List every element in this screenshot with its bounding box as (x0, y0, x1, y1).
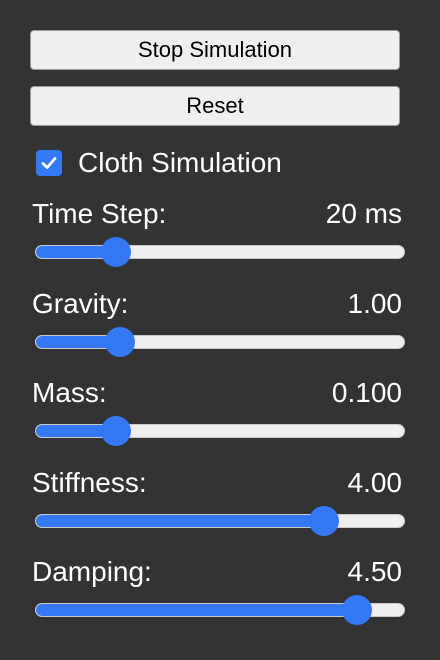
mass-value: 0.100 (331, 377, 402, 408)
time-step-slider[interactable] (35, 237, 405, 267)
param-mass: Mass: 0.100 (30, 377, 405, 457)
stiffness-slider-track[interactable] (35, 514, 405, 528)
time-step-slider-thumb[interactable] (101, 237, 132, 267)
time-step-slider-track[interactable] (35, 245, 405, 259)
gravity-slider[interactable] (35, 327, 405, 357)
gravity-value: 1.00 (347, 288, 403, 319)
gravity-slider-track[interactable] (35, 335, 405, 349)
mass-slider-track[interactable] (35, 424, 405, 438)
cloth-simulation-checkbox[interactable] (36, 150, 62, 176)
stop-simulation-button[interactable]: Stop Simulation (30, 30, 400, 70)
cloth-simulation-toggle[interactable]: Cloth Simulation (36, 143, 282, 183)
damping-label: Damping: (32, 556, 152, 587)
param-gravity: Gravity: 1.00 (30, 288, 405, 368)
time-step-value: 20 ms (325, 198, 402, 229)
checkmark-icon (41, 157, 57, 169)
gravity-label: Gravity: (32, 288, 129, 319)
damping-slider-thumb[interactable] (341, 595, 372, 625)
reset-button[interactable]: Reset (30, 86, 400, 126)
stiffness-slider[interactable] (35, 506, 405, 536)
mass-slider[interactable] (35, 416, 405, 446)
param-time-step: Time Step: 20 ms (30, 198, 405, 278)
stiffness-value: 4.00 (347, 467, 403, 498)
mass-label: Mass: (32, 377, 107, 408)
stiffness-label: Stiffness: (32, 467, 147, 498)
param-stiffness: Stiffness: 4.00 (30, 467, 405, 547)
time-step-label: Time Step: (32, 198, 167, 229)
cloth-simulation-label: Cloth Simulation (78, 147, 282, 178)
damping-slider[interactable] (35, 595, 405, 625)
param-damping: Damping: 4.50 (30, 556, 405, 636)
gravity-slider-thumb[interactable] (105, 327, 136, 357)
damping-value: 4.50 (347, 556, 403, 587)
mass-slider-thumb[interactable] (101, 416, 132, 446)
stiffness-slider-thumb[interactable] (308, 506, 339, 536)
simulation-control-panel: Stop Simulation Reset Cloth Simulation T… (0, 0, 440, 660)
